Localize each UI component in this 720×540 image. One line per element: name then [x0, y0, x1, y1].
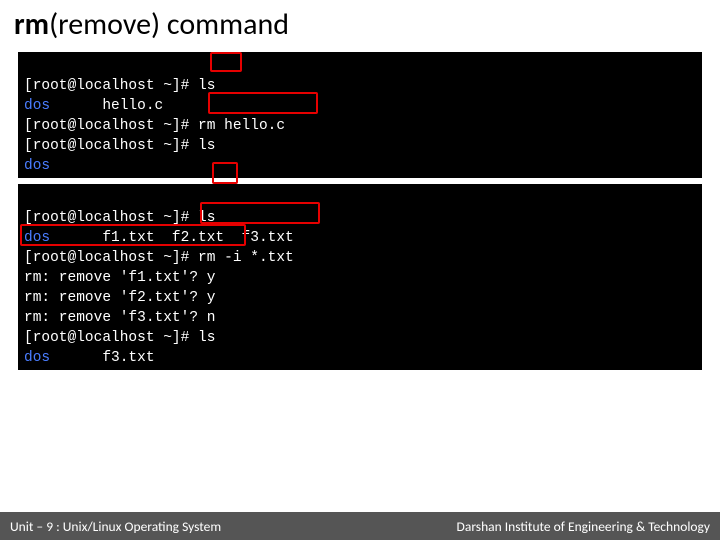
prompt: [root@localhost ~]# — [24, 138, 198, 154]
slide-title: rm(remove) command — [14, 6, 289, 43]
cmd: rm -i *.txt — [198, 250, 294, 266]
terminal-area: [root@localhost ~]# ls dos hello.c [root… — [18, 52, 702, 370]
output: rm: remove 'f2.txt'? y — [24, 290, 215, 306]
terminal-block-1: [root@localhost ~]# ls dos hello.c [root… — [18, 52, 702, 178]
highlight-rm-prompt — [20, 224, 246, 246]
file: hello.c — [50, 98, 163, 114]
output: rm: remove 'f1.txt'? y — [24, 270, 215, 286]
footer: Unit – 9 : Unix/Linux Operating System D… — [0, 512, 720, 540]
cmd: ls — [198, 330, 215, 346]
footer-right: Darshan Institute of Engineering & Techn… — [457, 518, 710, 535]
highlight-rm-i — [200, 202, 320, 224]
prompt: [root@localhost ~]# — [24, 330, 198, 346]
file: f3.txt — [50, 350, 154, 366]
prompt: [root@localhost ~]# — [24, 118, 198, 134]
highlight-ls-2 — [212, 162, 238, 184]
terminal-block-2: [root@localhost ~]# ls dos f1.txt f2.txt… — [18, 184, 702, 370]
cmd: rm hello.c — [198, 118, 285, 134]
title-bold: rm — [14, 6, 49, 43]
dir: dos — [24, 158, 50, 174]
footer-left: Unit – 9 : Unix/Linux Operating System — [10, 518, 221, 535]
title-rest: (remove) command — [49, 6, 289, 43]
highlight-ls-1 — [210, 52, 242, 72]
prompt: [root@localhost ~]# — [24, 78, 198, 94]
dir: dos — [24, 350, 50, 366]
slide: rm(remove) command [root@localhost ~]# l… — [0, 0, 720, 540]
cmd: ls — [198, 138, 215, 154]
output: rm: remove 'f3.txt'? n — [24, 310, 215, 326]
dir: dos — [24, 98, 50, 114]
highlight-rm-hello — [208, 92, 318, 114]
prompt: [root@localhost ~]# — [24, 250, 198, 266]
